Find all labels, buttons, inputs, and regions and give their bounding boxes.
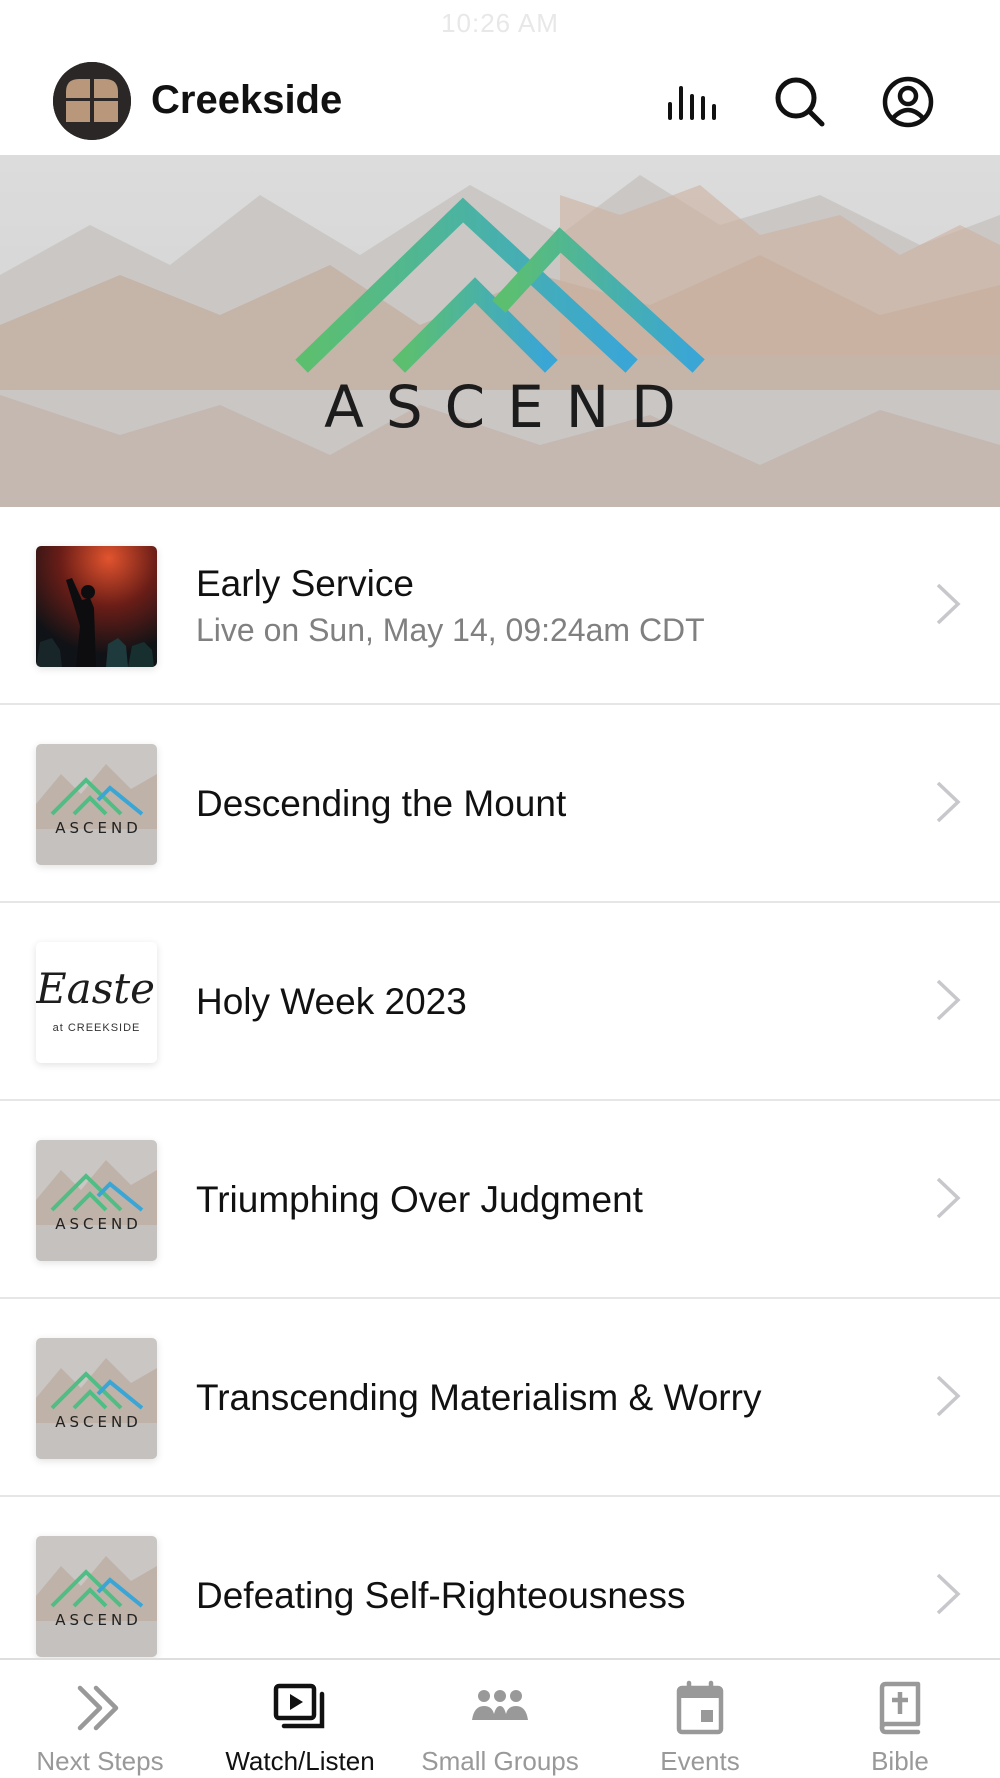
tab-events[interactable]: Events	[600, 1660, 800, 1778]
chevron-right-icon	[932, 975, 962, 1025]
thumbnail-word: ASCEND	[55, 1611, 142, 1629]
thumbnail-word: ASCEND	[55, 1215, 142, 1233]
tab-label: Events	[660, 1746, 740, 1776]
thumbnail-script: Easter	[36, 964, 157, 1013]
hero-banner[interactable]: ASCEND	[0, 155, 1000, 507]
ascend-thumbnail-image	[36, 1338, 157, 1459]
item-title: Descending the Mount	[196, 783, 567, 824]
list-item[interactable]: Early Service Live on Sun, May 14, 09:24…	[0, 507, 1000, 705]
ascend-thumbnail-image	[36, 744, 157, 865]
church-logo-avatar[interactable]	[53, 62, 131, 140]
chevron-right-icon	[932, 579, 962, 629]
thumbnail-word: ASCEND	[55, 1413, 142, 1431]
item-title: Triumphing Over Judgment	[196, 1179, 643, 1220]
calendar-icon	[670, 1680, 730, 1736]
thumbnail-subtext: at CREEKSIDE	[52, 1022, 141, 1034]
list-item[interactable]: Easter at CREEKSIDE Holy Week 2023	[0, 903, 1000, 1101]
mountain-landscape-image	[0, 155, 1000, 507]
ascend-thumbnail-image	[36, 1536, 157, 1657]
tab-label: Bible	[871, 1746, 929, 1776]
chevron-right-icon	[932, 1569, 962, 1619]
item-title: Early Service	[196, 563, 414, 604]
list-item[interactable]: ASCEND Transcending Materialism & Worry	[0, 1299, 1000, 1497]
thumbnail-image: Easter at CREEKSIDE	[36, 942, 157, 1063]
tab-label: Small Groups	[421, 1746, 579, 1776]
concert-image	[36, 546, 157, 667]
sermon-list: Early Service Live on Sun, May 14, 09:24…	[0, 507, 1000, 1695]
list-item[interactable]: ASCEND Descending the Mount	[0, 705, 1000, 903]
tab-watch-listen[interactable]: Watch/Listen	[200, 1660, 400, 1778]
thumbnail-image: ASCEND	[36, 1140, 157, 1261]
account-icon[interactable]	[880, 74, 936, 130]
chevron-right-icon	[932, 777, 962, 827]
tab-label: Next Steps	[36, 1746, 164, 1776]
app-header: Creekside	[0, 0, 1000, 155]
app-title: Creekside	[151, 78, 343, 122]
item-title: Holy Week 2023	[196, 981, 467, 1022]
chevron-right-icon	[932, 1371, 962, 1421]
play-stack-icon	[270, 1680, 330, 1736]
tab-next-steps[interactable]: Next Steps	[0, 1660, 200, 1778]
tab-small-groups[interactable]: Small Groups	[400, 1660, 600, 1778]
hero-word: ASCEND	[324, 373, 698, 441]
group-icon	[470, 1680, 530, 1736]
search-icon[interactable]	[772, 74, 828, 130]
list-item[interactable]: ASCEND Triumphing Over Judgment	[0, 1101, 1000, 1299]
tab-bar: Next Steps Watch/Listen Small Groups Eve…	[0, 1658, 1000, 1778]
tab-bible[interactable]: Bible	[800, 1660, 1000, 1778]
thumbnail-image: ASCEND	[36, 1536, 157, 1657]
bars-icon[interactable]	[666, 74, 722, 130]
item-title: Defeating Self-Righteousness	[196, 1575, 686, 1616]
church-logo-icon	[53, 62, 131, 140]
thumbnail-image: ASCEND	[36, 1338, 157, 1459]
ascend-thumbnail-image	[36, 1140, 157, 1261]
bible-icon	[870, 1680, 930, 1736]
thumbnail-image: ASCEND	[36, 744, 157, 865]
chevron-right-icon	[932, 1173, 962, 1223]
thumbnail-image	[36, 546, 157, 667]
thumbnail-word: ASCEND	[55, 819, 142, 837]
tab-label: Watch/Listen	[225, 1746, 375, 1776]
double-chevron-icon	[70, 1680, 130, 1736]
item-title: Transcending Materialism & Worry	[196, 1377, 762, 1418]
item-subtitle: Live on Sun, May 14, 09:24am CDT	[196, 612, 705, 648]
